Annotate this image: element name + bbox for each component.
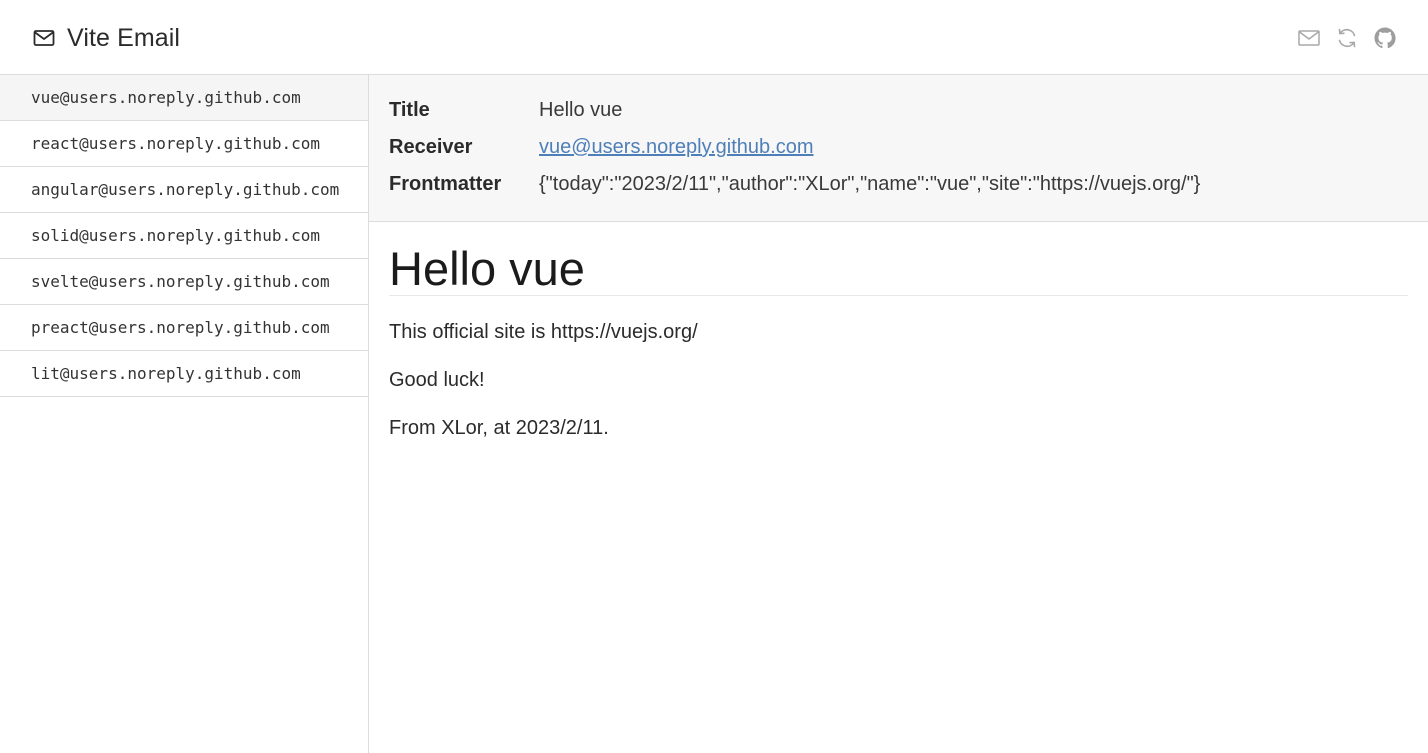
meta-frontmatter-row: Frontmatter {"today":"2023/2/11","author… [389,166,1408,203]
recipient-list: vue@users.noreply.github.com react@users… [0,75,369,753]
sidebar-item-react[interactable]: react@users.noreply.github.com [0,121,368,167]
send-mail-icon[interactable] [1296,25,1322,51]
sidebar-item-solid[interactable]: solid@users.noreply.github.com [0,213,368,259]
sidebar-item-svelte[interactable]: svelte@users.noreply.github.com [0,259,368,305]
refresh-icon[interactable] [1334,25,1360,51]
meta-frontmatter-label: Frontmatter [389,173,502,195]
meta-title-row: Title Hello vue [389,92,1408,129]
github-icon[interactable] [1372,25,1398,51]
email-meta: Title Hello vue Receiver vue@users.norep… [369,75,1428,222]
sidebar-item-lit[interactable]: lit@users.noreply.github.com [0,351,368,397]
meta-receiver-row: Receiver vue@users.noreply.github.com [389,129,1408,166]
email-paragraph: Good luck! [389,369,485,391]
meta-frontmatter-value: {"today":"2023/2/11","author":"XLor","na… [539,173,1201,195]
email-heading: Hello vue [389,242,1408,296]
email-paragraph: This official site is https://vuejs.org/ [389,321,698,343]
brand: Vite Email [32,22,180,54]
meta-title-label: Title [389,99,430,121]
app-title: Vite Email [67,23,181,52]
mail-icon [32,26,56,50]
app-header: Vite Email [0,0,1428,75]
sidebar-item-vue[interactable]: vue@users.noreply.github.com [0,75,368,121]
meta-title-value: Hello vue [539,99,623,121]
email-body: Hello vue This official site is https://… [369,222,1428,441]
meta-receiver-label: Receiver [389,136,473,158]
sidebar-item-preact[interactable]: preact@users.noreply.github.com [0,305,368,351]
header-actions [1284,25,1398,51]
email-preview: Title Hello vue Receiver vue@users.norep… [369,75,1428,753]
sidebar-item-angular[interactable]: angular@users.noreply.github.com [0,167,368,213]
receiver-link[interactable]: vue@users.noreply.github.com [539,136,814,159]
email-paragraph: From XLor, at 2023/2/11. [389,417,609,439]
